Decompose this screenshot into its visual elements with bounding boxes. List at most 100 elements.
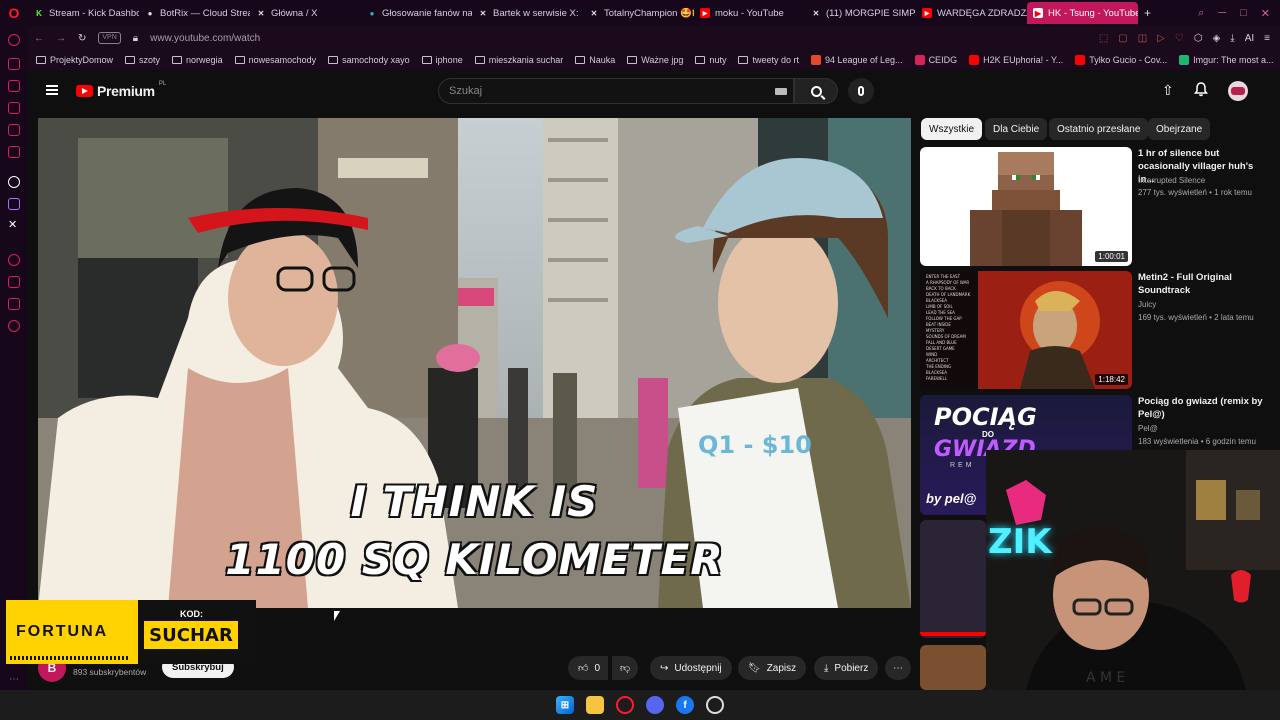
bookmark-item[interactable]: samochody xayo bbox=[328, 55, 410, 65]
browser-tab[interactable]: ✕ Główna / X bbox=[250, 2, 361, 24]
save-button[interactable]: 🔖︎ Zapisz bbox=[738, 656, 807, 680]
chip-recently-uploaded[interactable]: Ostatnio przesłane bbox=[1049, 118, 1149, 140]
recommendation-title[interactable]: Pociąg do gwiazd (remix by Pel@) bbox=[1138, 395, 1263, 421]
bookmark-item[interactable]: nowesamochody bbox=[234, 55, 316, 65]
bookmark-item[interactable]: mieszkania suchar bbox=[474, 55, 563, 65]
bookmark-item[interactable]: tweety do rt bbox=[738, 55, 799, 65]
share-button[interactable]: ↪ Udostępnij bbox=[650, 656, 732, 680]
download-button[interactable]: ⤓ Pobierz bbox=[814, 656, 879, 680]
minimize-icon[interactable]: ─ bbox=[1218, 7, 1226, 20]
bookmark-item[interactable]: nuty bbox=[695, 55, 726, 65]
facebook-icon[interactable]: f bbox=[676, 696, 694, 714]
messenger-icon[interactable] bbox=[8, 124, 20, 136]
bookmark-item[interactable]: Imgur: The most a... bbox=[1179, 55, 1274, 65]
browser-tab[interactable]: ▶ moku - YouTube bbox=[694, 2, 805, 24]
browser-tab[interactable]: ✕ (11) MORGPIE SIMP w bbox=[805, 2, 916, 24]
recommendation-thumbnail[interactable] bbox=[920, 645, 986, 690]
browser-tab[interactable]: ▶ WARDĘGA ZDRADZA bbox=[916, 2, 1027, 24]
recommendation-thumbnail[interactable] bbox=[920, 520, 986, 638]
more-actions-button[interactable]: ⋯ bbox=[885, 656, 911, 680]
chip-watched[interactable]: Obejrzane bbox=[1148, 118, 1211, 140]
opera-logo-icon[interactable]: O bbox=[0, 0, 28, 26]
vpn-badge[interactable]: VPN bbox=[98, 32, 121, 44]
back-icon[interactable]: ← bbox=[34, 33, 44, 44]
reload-icon[interactable]: ↻ bbox=[78, 33, 86, 44]
extensions-cube-icon[interactable]: ⬡ bbox=[1194, 33, 1203, 44]
history-icon[interactable] bbox=[8, 34, 20, 46]
bag-icon[interactable] bbox=[8, 80, 20, 92]
clock-icon[interactable] bbox=[8, 254, 20, 266]
notifications-bell-icon[interactable] bbox=[1194, 82, 1208, 97]
recommendation-thumbnail[interactable]: 1:00:01 bbox=[920, 147, 1132, 266]
settings-icon[interactable] bbox=[8, 320, 20, 332]
bookmark-item[interactable]: iphone bbox=[421, 55, 463, 65]
recommendation-channel[interactable]: Interrupted Silence bbox=[1138, 175, 1278, 187]
folder-icon bbox=[695, 56, 706, 64]
chatgpt-icon[interactable] bbox=[8, 176, 20, 188]
downloads-icon[interactable] bbox=[8, 276, 20, 288]
play-icon[interactable]: ▷ bbox=[1157, 33, 1165, 44]
wallet-icon[interactable]: ◈ bbox=[1213, 33, 1221, 44]
close-window-icon[interactable]: ✕ bbox=[1261, 7, 1270, 20]
download-icon[interactable]: ⤓ bbox=[1230, 33, 1234, 44]
browser-tab[interactable]: ● Głosowanie fanów na bbox=[361, 2, 472, 24]
search-input[interactable]: Szukaj bbox=[438, 78, 794, 104]
bookmark-item[interactable]: ProjektyDomow bbox=[36, 55, 113, 65]
tabs-icon[interactable] bbox=[8, 58, 20, 70]
recommendation-channel[interactable]: Juicy bbox=[1138, 299, 1278, 311]
file-explorer-icon[interactable] bbox=[586, 696, 604, 714]
search-tabs-icon[interactable]: ⌕ bbox=[1198, 7, 1204, 20]
browser-tab[interactable]: K Stream - Kick Dashbo bbox=[28, 2, 139, 24]
extension-icon[interactable]: ⬚ bbox=[1099, 33, 1108, 44]
bookmark-item[interactable]: Ważne jpg bbox=[627, 55, 683, 65]
recommendation-title[interactable]: Metin2 - Full Original Soundtrack bbox=[1138, 271, 1263, 297]
x-sidebar-icon[interactable]: ✕ bbox=[8, 218, 17, 231]
maximize-icon[interactable]: □ bbox=[1240, 7, 1247, 20]
download-label: Pobierz bbox=[834, 662, 869, 674]
browser-tab[interactable]: ✕ TotalnyChampion 🤩🎁 bbox=[583, 2, 694, 24]
bookmark-item[interactable]: norwegia bbox=[172, 55, 223, 65]
new-tab-button[interactable]: + bbox=[1138, 6, 1151, 20]
browser-tab[interactable]: ▶HK - Tsung - YouTube✕ bbox=[1027, 2, 1138, 24]
snapshot-icon[interactable]: ▢ bbox=[1118, 33, 1127, 44]
hamburger-menu-icon[interactable] bbox=[46, 85, 58, 95]
browser-tab[interactable]: ● BotRix — Cloud Strea bbox=[139, 2, 250, 24]
opera-gx-taskbar-icon[interactable] bbox=[616, 696, 634, 714]
keyboard-icon[interactable] bbox=[775, 88, 787, 95]
menu-icon[interactable]: ≡ bbox=[1264, 33, 1270, 44]
adblock-icon[interactable]: ◫ bbox=[1138, 33, 1147, 44]
aria-ai-button[interactable]: AI bbox=[1245, 33, 1254, 44]
search-button[interactable] bbox=[794, 78, 838, 104]
more-sidebar-icon[interactable]: ⋯ bbox=[9, 674, 19, 685]
discord-icon[interactable] bbox=[646, 696, 664, 714]
chip-for-you[interactable]: Dla Ciebie bbox=[985, 118, 1048, 140]
forward-icon[interactable]: → bbox=[56, 33, 66, 44]
chip-all[interactable]: Wszystkie bbox=[921, 118, 982, 140]
heart-icon[interactable]: ♡ bbox=[1175, 33, 1184, 44]
bookmark-item[interactable]: szoty bbox=[125, 55, 160, 65]
subscriber-count: 893 subskrybentów bbox=[73, 667, 147, 677]
start-menu-icon[interactable]: ⊞ bbox=[556, 696, 574, 714]
ai-icon[interactable] bbox=[8, 102, 20, 114]
share-label: Udostępnij bbox=[674, 662, 722, 674]
dislike-button[interactable]: 👎︎ bbox=[612, 656, 639, 680]
history-list-icon[interactable] bbox=[8, 298, 20, 310]
steam-icon[interactable] bbox=[706, 696, 724, 714]
like-button[interactable]: 👍︎ 0 bbox=[568, 656, 609, 680]
recommendation-channel[interactable]: Pel@ bbox=[1138, 423, 1278, 435]
bookmark-item[interactable]: CEIDG bbox=[914, 55, 957, 65]
url-field[interactable]: www.youtube.com/watch bbox=[150, 33, 260, 44]
upload-icon[interactable]: ⇧ bbox=[1162, 82, 1174, 99]
bookmark-item[interactable]: Tylko Gucio - Cov... bbox=[1075, 55, 1167, 65]
instagram-icon[interactable] bbox=[8, 146, 20, 158]
youtube-logo[interactable]: Premium PL bbox=[76, 81, 166, 99]
video-player[interactable]: Q1 - $10 I THINK IS 1100 SQ KILOMETER bbox=[38, 118, 911, 608]
browser-tab[interactable]: ✕ Bartek w serwisie X: bbox=[472, 2, 583, 24]
bookmark-item[interactable]: 94 League of Leg... bbox=[810, 55, 903, 65]
voice-search-button[interactable] bbox=[848, 78, 874, 104]
bookmark-item[interactable]: Nauka bbox=[575, 55, 615, 65]
twitch-icon[interactable] bbox=[8, 198, 20, 210]
recommendation-thumbnail[interactable]: ENTER THE EAST A RHAPSODY OF WAR BACK TO B… bbox=[920, 271, 1132, 389]
avatar[interactable] bbox=[1228, 81, 1248, 101]
bookmark-item[interactable]: H2K EUphoria! - Y... bbox=[969, 55, 1063, 65]
